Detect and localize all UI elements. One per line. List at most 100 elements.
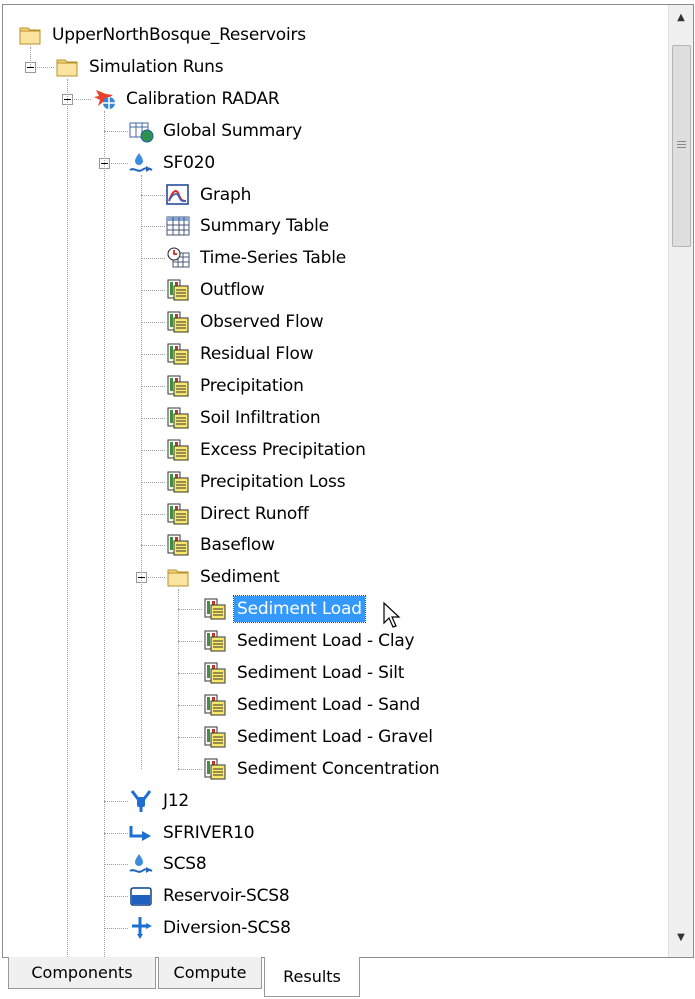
tree-node-label: Direct Runoff (200, 503, 309, 524)
results-tree-panel: UpperNorthBosque_Reservoirs Simulation Ru… (2, 4, 694, 958)
tree-node-label: Precipitation (200, 375, 304, 396)
tab-label: Results (283, 967, 341, 986)
tree-node-label: Sediment Load - Gravel (237, 726, 433, 747)
tree-guide-line (30, 47, 31, 67)
tree-node-sediment-load-silt[interactable]: Sediment Load - Silt (202, 659, 407, 687)
tree-node-label: Sediment Load - Silt (237, 663, 405, 683)
graph-icon (165, 182, 191, 208)
tree-node-label: SCS8 (163, 854, 207, 875)
tree-node-label: Calibration RADAR (126, 88, 280, 109)
tree-node-residual-flow[interactable]: Residual Flow (165, 340, 316, 368)
tree-guide-line (104, 110, 105, 957)
tree-node-label: Sediment Concentration (237, 758, 440, 779)
tree-node-precipitation-loss[interactable]: Precipitation Loss (165, 468, 348, 496)
tree-node-uppernorthbosque-reservoirs[interactable]: UpperNorthBosque_Reservoirs (17, 21, 309, 49)
tree-connector (178, 704, 202, 706)
tree-node-sediment[interactable]: Sediment (165, 563, 283, 591)
result-icon (165, 437, 191, 463)
tree-connector (178, 768, 202, 770)
tree-node-label: Simulation Runs (89, 56, 224, 77)
result-icon (202, 692, 228, 718)
tree-node-label: Summary Table (200, 216, 329, 237)
tree-node-diversion-scs8[interactable]: Diversion-SCS8 (128, 914, 294, 942)
result-icon (202, 660, 228, 686)
junction-icon (128, 788, 154, 814)
tree-node-label: Sediment Load (233, 595, 366, 624)
tree-connector (141, 322, 165, 324)
tree-connector (104, 928, 128, 930)
tree-node-label: Time-Series Table (200, 248, 346, 269)
tree-node-direct-runoff[interactable]: Direct Runoff (165, 500, 312, 528)
tab-compute[interactable]: Compute (158, 957, 262, 989)
time-series-icon (165, 245, 191, 271)
result-icon (202, 596, 228, 622)
scroll-down-button[interactable]: ▼ (669, 925, 693, 949)
tree-node-label: Excess Precipitation (200, 439, 366, 460)
scrollbar-thumb[interactable] (672, 45, 691, 247)
tree-node-sf020[interactable]: SF020 (128, 149, 218, 177)
subbasin-icon (128, 150, 154, 176)
result-icon (165, 277, 191, 303)
tree-node-label: Graph (200, 184, 252, 205)
tree-node-j12[interactable]: J12 (128, 787, 192, 815)
simulation-run-icon (91, 86, 117, 112)
tree-node-global-summary[interactable]: Global Summary (128, 117, 305, 145)
tree-node-label: Residual Flow (200, 344, 314, 364)
tree-node-label: UpperNorthBosque_Reservoirs (52, 25, 306, 45)
tree-node-sediment-load-sand[interactable]: Sediment Load - Sand (202, 691, 423, 719)
scroll-up-button[interactable]: ▲ (669, 5, 693, 29)
tree-node-observed-flow[interactable]: Observed Flow (165, 308, 326, 336)
tree-node-label: Soil Infiltration (200, 407, 321, 428)
tree-node-simulation-runs[interactable]: Simulation Runs (54, 53, 226, 81)
tree-node-outflow[interactable]: Outflow (165, 276, 267, 304)
tree-node-soil-infiltration[interactable]: Soil Infiltration (165, 404, 324, 432)
tree-node-reservoir-scs8[interactable]: Reservoir-SCS8 (128, 882, 293, 910)
tree-node-sediment-load-clay[interactable]: Sediment Load - Clay (202, 627, 417, 655)
tree-connector (141, 513, 165, 515)
tab-results[interactable]: Results (264, 957, 360, 997)
tree-node-label: Observed Flow (200, 312, 324, 333)
subbasin-icon (128, 851, 154, 877)
result-icon (202, 628, 228, 654)
tree-node-label: Outflow (200, 280, 265, 301)
arrow-up-icon: ▲ (677, 11, 685, 23)
result-icon (165, 309, 191, 335)
watershed-explorer-tree[interactable]: UpperNorthBosque_Reservoirs Simulation Ru… (3, 5, 667, 957)
folder-icon (17, 22, 43, 48)
tree-node-graph[interactable]: Graph (165, 181, 254, 209)
tree-node-sfriver10[interactable]: SFRIVER10 (128, 819, 257, 847)
tree-connector (141, 545, 165, 547)
tree-connector (104, 832, 128, 834)
tree-node-label: Diversion-SCS8 (163, 918, 291, 939)
tree-node-scs8[interactable]: SCS8 (128, 850, 209, 878)
tree-node-label: Sediment (200, 567, 280, 588)
tree-node-label: J12 (163, 790, 190, 811)
tree-node-label: Sediment Load - Clay (237, 631, 415, 652)
vertical-scrollbar[interactable]: ▲ ▼ (668, 5, 693, 957)
tree-connector (141, 226, 165, 228)
tree-node-time-series-table[interactable]: Time-Series Table (165, 244, 349, 272)
tree-node-sediment-concentration[interactable]: Sediment Concentration (202, 755, 443, 783)
tree-connector (141, 481, 165, 483)
tree-node-baseflow[interactable]: Baseflow (165, 531, 278, 559)
tree-connector (141, 290, 165, 292)
tab-components[interactable]: Components (8, 957, 156, 989)
tree-node-summary-table[interactable]: Summary Table (165, 212, 332, 240)
tree-node-sediment-load[interactable]: Sediment Load (202, 595, 366, 624)
tree-node-precipitation[interactable]: Precipitation (165, 372, 307, 400)
result-icon (202, 724, 228, 750)
tree-node-calibration-radar[interactable]: Calibration RADAR (91, 85, 283, 113)
tree-connector (178, 641, 202, 643)
tab-label: Components (31, 963, 133, 982)
tree-connector (104, 896, 128, 898)
tree-connector (178, 673, 202, 674)
tree-connector (141, 194, 165, 196)
tree-connector (178, 609, 202, 611)
tree-connector (141, 354, 165, 355)
result-icon (202, 756, 228, 782)
tree-node-excess-precipitation[interactable]: Excess Precipitation (165, 436, 369, 464)
result-icon (165, 373, 191, 399)
tree-node-label: SF020 (163, 152, 216, 173)
tree-node-label: Reservoir-SCS8 (163, 886, 290, 907)
tree-node-sediment-load-gravel[interactable]: Sediment Load - Gravel (202, 723, 436, 751)
